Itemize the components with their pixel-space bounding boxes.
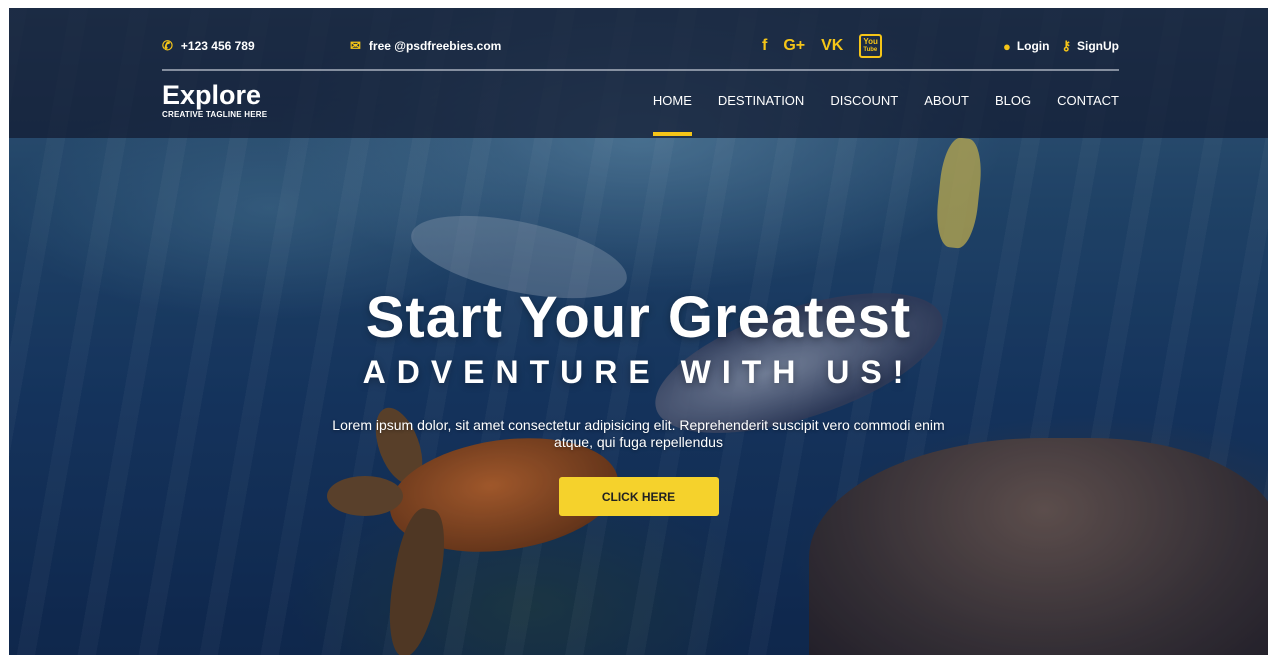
login-link[interactable]: ● Login — [1003, 39, 1050, 54]
site-logo[interactable]: Explore CREATIVE TAGLINE HERE — [162, 80, 267, 119]
nav-contact[interactable]: CONTACT — [1057, 93, 1119, 122]
signup-link[interactable]: ⚷ SignUp — [1061, 38, 1119, 54]
signup-label: SignUp — [1077, 39, 1119, 53]
nav-home[interactable]: HOME — [652, 93, 692, 136]
youtube-icon-top: You — [863, 37, 878, 46]
auth-links: ● Login ⚷ SignUp — [1003, 38, 1119, 54]
nav-destination[interactable]: DESTINATION — [718, 93, 804, 122]
google-plus-icon[interactable]: G+ — [783, 37, 805, 55]
click-here-button[interactable]: CLICK HERE — [558, 477, 719, 516]
hero-headline: Start Your Greatest — [365, 285, 912, 350]
contact-email[interactable]: ✉ free @psdfreebies.com — [350, 38, 501, 54]
vk-icon[interactable]: VK — [821, 37, 843, 55]
hero-description: Lorem ipsum dolor, sit amet consectetur … — [332, 417, 945, 450]
facebook-icon[interactable]: f — [762, 37, 767, 55]
nav-blog[interactable]: BLOG — [995, 93, 1031, 122]
phone-number: +123 456 789 — [180, 39, 255, 53]
nav-about[interactable]: ABOUT — [924, 93, 969, 122]
top-bar: ✆ +123 456 789 ✉ free @psdfreebies.com f… — [162, 8, 1119, 71]
logo-tagline: CREATIVE TAGLINE HERE — [162, 110, 268, 119]
user-icon: ● — [1002, 38, 1011, 54]
social-links: f G+ VK You Tube — [762, 34, 882, 58]
email-address: free @psdfreebies.com — [368, 39, 502, 53]
youtube-icon[interactable]: You Tube — [859, 34, 882, 58]
main-navigation: HOME DESTINATION DISCOUNT ABOUT BLOG CON… — [652, 93, 1119, 136]
login-label: Login — [1016, 39, 1050, 53]
youtube-icon-bottom: Tube — [863, 47, 878, 53]
phone-icon: ✆ — [162, 38, 173, 53]
mail-icon: ✉ — [350, 38, 361, 53]
hero-subheadline: ADVENTURE WITH US! — [362, 354, 915, 390]
nav-discount[interactable]: DISCOUNT — [830, 93, 898, 122]
logo-title: Explore — [162, 80, 262, 110]
site-header: ✆ +123 456 789 ✉ free @psdfreebies.com f… — [9, 8, 1268, 138]
contact-phone[interactable]: ✆ +123 456 789 — [162, 38, 255, 54]
key-icon: ⚷ — [1061, 38, 1071, 53]
hero-content: Start Your Greatest ADVENTURE WITH US! L… — [9, 286, 1268, 516]
hero-section: ✆ +123 456 789 ✉ free @psdfreebies.com f… — [9, 8, 1268, 655]
